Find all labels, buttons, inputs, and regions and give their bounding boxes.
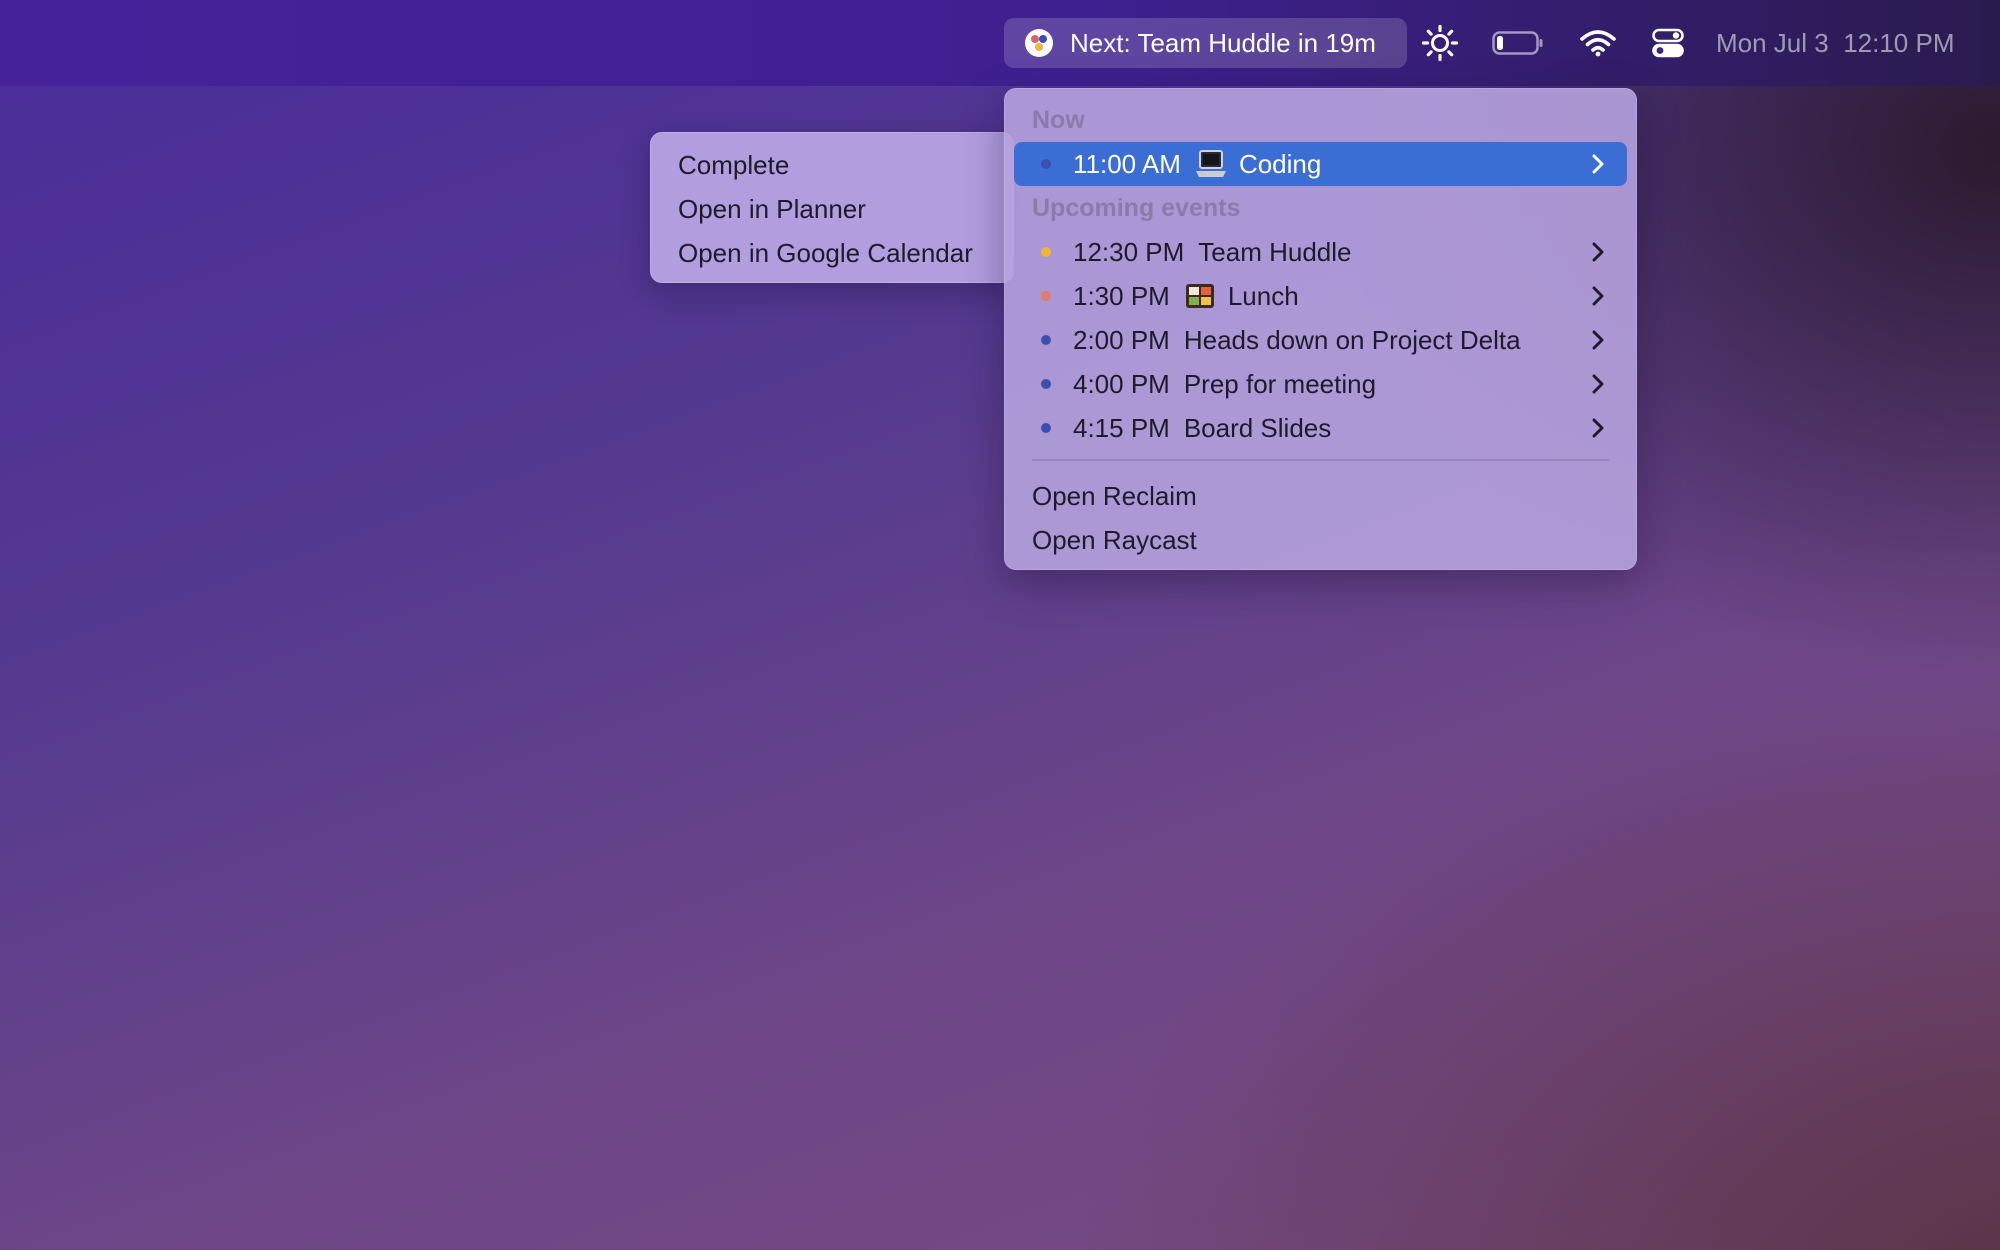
event-time: 2:00 PM: [1073, 324, 1170, 355]
event-title: Prep for meeting: [1183, 368, 1377, 399]
event-time: 1:30 PM: [1073, 280, 1170, 311]
event-actions-submenu: Complete Open in Planner Open in Google …: [650, 132, 1014, 283]
event-color-dot: [1041, 291, 1051, 301]
event-time: 11:00 AM: [1073, 148, 1181, 179]
reclaim-logo-icon: [1025, 29, 1053, 57]
event-time: 4:00 PM: [1073, 368, 1170, 399]
open-raycast-menu-item[interactable]: Open Raycast: [1032, 525, 1197, 556]
laptop-icon: [1195, 149, 1227, 179]
bento-box-icon: [1184, 281, 1216, 311]
event-title: Board Slides: [1183, 412, 1332, 443]
event-item-project-delta[interactable]: 2:00 PM Heads down on Project Delta: [1014, 318, 1627, 362]
event-title: Lunch: [1227, 280, 1299, 311]
sun-brightness-icon[interactable]: [1421, 22, 1459, 64]
chevron-right-icon: [1592, 154, 1604, 174]
menubar-date: Mon Jul 3: [1716, 27, 1829, 58]
open-reclaim-menu-item[interactable]: Open Reclaim: [1032, 481, 1197, 512]
complete-menu-item[interactable]: Complete: [678, 150, 789, 181]
reclaim-status-button[interactable]: Next: Team Huddle in 19m: [1004, 18, 1407, 68]
reclaim-status-text: Next: Team Huddle in 19m: [1070, 27, 1376, 58]
event-color-dot: [1041, 423, 1051, 433]
chevron-right-icon: [1592, 418, 1604, 438]
event-item-coding[interactable]: 11:00 AM Coding: [1014, 142, 1627, 186]
event-title: Coding: [1238, 148, 1322, 179]
event-item-team-huddle[interactable]: 12:30 PM Team Huddle: [1014, 230, 1627, 274]
event-item-lunch[interactable]: 1:30 PM Lunch: [1014, 274, 1627, 318]
menu-separator: [1032, 459, 1610, 461]
wifi-icon[interactable]: [1580, 22, 1616, 64]
event-time: 4:15 PM: [1073, 412, 1170, 443]
event-item-board-slides[interactable]: 4:15 PM Board Slides: [1014, 406, 1627, 450]
battery-icon[interactable]: [1492, 22, 1544, 64]
control-center-icon[interactable]: [1652, 22, 1684, 64]
open-in-planner-menu-item[interactable]: Open in Planner: [678, 194, 866, 225]
event-time: 12:30 PM: [1073, 236, 1185, 267]
open-in-google-calendar-menu-item[interactable]: Open in Google Calendar: [678, 238, 973, 269]
now-section-header: Now: [1032, 106, 1085, 134]
event-color-dot: [1041, 159, 1051, 169]
chevron-right-icon: [1592, 242, 1604, 262]
menubar-time: 12:10 PM: [1843, 27, 1955, 58]
event-title: Heads down on Project Delta: [1183, 324, 1521, 355]
event-color-dot: [1041, 379, 1051, 389]
reclaim-dropdown-menu: Now 11:00 AM Coding Upcoming events 12:3…: [1004, 88, 1637, 570]
chevron-right-icon: [1592, 286, 1604, 306]
chevron-right-icon: [1592, 330, 1604, 350]
event-color-dot: [1041, 335, 1051, 345]
event-color-dot: [1041, 247, 1051, 257]
event-item-prep-for-meeting[interactable]: 4:00 PM Prep for meeting: [1014, 362, 1627, 406]
chevron-right-icon: [1592, 374, 1604, 394]
event-title: Team Huddle: [1198, 236, 1352, 267]
menubar-clock[interactable]: Mon Jul 3 12:10 PM: [1716, 0, 1954, 86]
upcoming-section-header: Upcoming events: [1032, 194, 1241, 222]
menu-bar: Next: Team Huddle in 19m Mon Jul 3 12:10…: [0, 0, 2000, 86]
